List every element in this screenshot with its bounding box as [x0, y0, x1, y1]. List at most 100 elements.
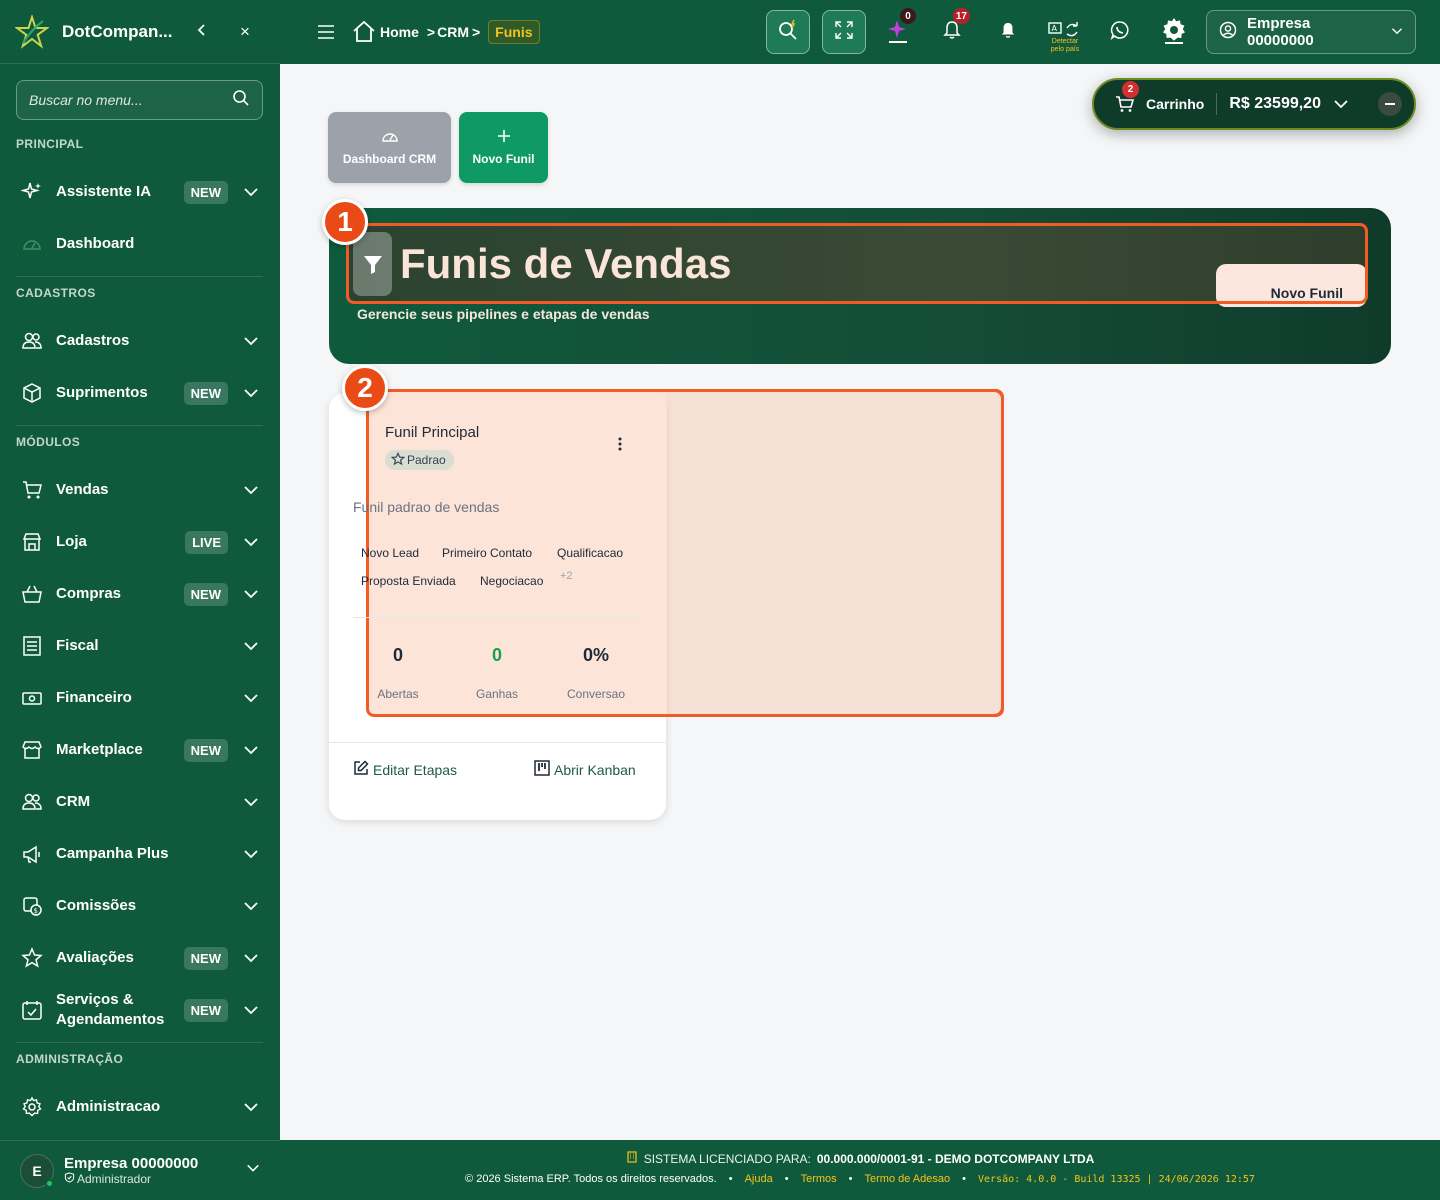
topbar: Home > CRM > Funis 0 17 A Detectar pelo … — [280, 0, 1440, 64]
star-icon — [20, 946, 44, 970]
more-stages-count: +2 — [560, 570, 573, 582]
section-cadastros: CADASTROS — [16, 286, 96, 300]
user-company-name: Empresa 00000000 — [64, 1155, 199, 1172]
sidebar-item-assistente-ia[interactable]: Assistente IA NEW — [0, 170, 280, 214]
menu-search-input[interactable] — [29, 92, 232, 108]
sidebar-item-financeiro[interactable]: Financeiro — [0, 676, 280, 720]
live-badge: LIVE — [185, 530, 228, 554]
help-link[interactable]: Ajuda — [745, 1173, 773, 1185]
ai-notifications-button[interactable]: 0 — [882, 8, 916, 48]
whatsapp-button[interactable] — [1104, 16, 1136, 48]
open-kanban-link[interactable]: Abrir Kanban — [534, 760, 636, 779]
sidebar-item-suprimentos[interactable]: Suprimentos NEW — [0, 371, 280, 415]
sidebar-item-campanha-plus[interactable]: Campanha Plus — [0, 832, 280, 876]
edit-stages-label: Editar Etapas — [373, 761, 458, 778]
breadcrumb-home-label: Home — [380, 24, 419, 40]
default-tag: Padrao — [385, 450, 454, 470]
logo-star-icon[interactable] — [14, 14, 50, 50]
new-badge: NEW — [183, 381, 228, 405]
svg-text:$: $ — [34, 907, 38, 915]
global-search-button[interactable] — [766, 10, 810, 54]
breadcrumb-crm[interactable]: CRM — [437, 24, 469, 40]
whatsapp-icon — [1110, 20, 1130, 45]
cart-count-badge: 2 — [1122, 81, 1139, 98]
novo-funil-label: Novo Funil — [472, 152, 535, 166]
dashboard-crm-label: Dashboard CRM — [342, 152, 437, 166]
company-selector[interactable]: Empresa 00000000 — [1206, 10, 1416, 54]
alerts-button[interactable] — [992, 16, 1024, 48]
breadcrumb-separator: > — [426, 24, 436, 40]
chevron-down-icon — [246, 1161, 260, 1180]
stage-chip: Proposta Enviada — [361, 574, 456, 588]
sidebar-item-cadastros[interactable]: Cadastros — [0, 319, 280, 363]
chevron-down-icon — [242, 332, 260, 350]
sidebar-item-dashboard[interactable]: Dashboard — [0, 222, 280, 266]
close-icon[interactable]: × — [234, 22, 256, 42]
search-icon[interactable] — [232, 89, 250, 112]
callout-badge-2: 2 — [342, 365, 388, 411]
stat-abertas-value: 0 — [392, 645, 403, 665]
edit-stages-link[interactable]: Editar Etapas — [353, 760, 457, 779]
search-spark-icon — [777, 19, 799, 46]
gear-icon — [1160, 16, 1188, 49]
hamburger-menu-icon[interactable] — [316, 22, 336, 42]
chevron-down-icon — [242, 533, 260, 551]
chevron-down-icon[interactable] — [1333, 96, 1351, 112]
notifications-count-badge: 17 — [952, 8, 970, 24]
adhesion-terms-link[interactable]: Termo de Adesao — [865, 1173, 951, 1185]
svg-text:A: A — [1052, 24, 1058, 33]
new-badge: NEW — [183, 180, 228, 204]
sidebar-item-label: Vendas — [56, 481, 109, 498]
copyright: © 2026 Sistema ERP. Todos os direitos re… — [465, 1173, 717, 1185]
store-icon — [20, 530, 44, 554]
stat-ganhas-value: 0 — [491, 645, 502, 665]
sidebar-item-compras[interactable]: Compras NEW — [0, 572, 280, 616]
novo-funil-button[interactable]: Novo Funil — [459, 112, 548, 183]
sidebar-item-loja[interactable]: Loja LIVE — [0, 520, 280, 564]
terms-link[interactable]: Termos — [801, 1173, 837, 1185]
user-role: Administrador — [64, 1172, 246, 1186]
sidebar-item-label: CRM — [56, 793, 91, 810]
minimize-cart-button[interactable] — [1378, 92, 1402, 116]
sidebar-item-administracao[interactable]: Administracao — [0, 1085, 280, 1129]
sidebar-item-servicos-agendamentos[interactable]: Serviços & Agendamentos NEW — [0, 988, 280, 1032]
user-menu[interactable]: E Empresa 00000000 Administrador — [0, 1140, 280, 1200]
settings-button[interactable] — [1158, 16, 1190, 48]
dashboard-crm-button[interactable]: Dashboard CRM — [328, 112, 451, 183]
sidebar-item-fiscal[interactable]: Fiscal — [0, 624, 280, 668]
translate-button[interactable]: A Detectar pelo país — [1045, 16, 1085, 53]
sidebar-item-label: Suprimentos — [56, 384, 148, 401]
open-kanban-label: Abrir Kanban — [554, 761, 636, 778]
box-icon — [20, 381, 44, 405]
cart-widget[interactable]: 2 Carrinho R$ 23599,20 — [1092, 78, 1416, 130]
sidebar-item-crm[interactable]: CRM — [0, 780, 280, 824]
basket-icon — [20, 582, 44, 606]
sidebar-item-vendas[interactable]: Vendas — [0, 468, 280, 512]
building-icon — [626, 1151, 638, 1166]
stage-chip: Primeiro Contato — [442, 546, 533, 560]
breadcrumb-home[interactable]: Home — [352, 20, 419, 45]
dashboard-gauge-icon — [20, 232, 44, 256]
sidebar-item-comissoes[interactable]: $ Comissões — [0, 884, 280, 928]
translate-hint: Detectar pelo país — [1050, 38, 1080, 53]
chevron-left-icon[interactable] — [192, 20, 212, 43]
notifications-button[interactable]: 17 — [936, 8, 970, 48]
sidebar-item-label: Cadastros — [56, 332, 130, 349]
sidebar-item-label: Assistente IA — [56, 183, 152, 200]
document-icon — [20, 634, 44, 658]
fullscreen-button[interactable] — [822, 10, 866, 54]
people-icon — [20, 790, 44, 814]
chevron-down-icon — [242, 741, 260, 759]
footer-dot: • — [962, 1173, 966, 1185]
sidebar-item-label: Loja — [56, 533, 87, 550]
footer-dot: • — [784, 1173, 789, 1185]
sidebar-item-label: Dashboard — [56, 235, 135, 252]
license-prefix: SISTEMA LICENCIADO PARA: — [643, 1151, 811, 1166]
card-divider — [353, 617, 643, 618]
sidebar-item-marketplace[interactable]: Marketplace NEW — [0, 728, 280, 772]
cart-separator — [1216, 93, 1218, 115]
sidebar-item-avaliacoes[interactable]: Avaliações NEW — [0, 936, 280, 980]
user-circle-icon — [1219, 21, 1237, 43]
more-options-icon[interactable] — [611, 434, 629, 454]
chevron-down-icon — [242, 897, 260, 915]
